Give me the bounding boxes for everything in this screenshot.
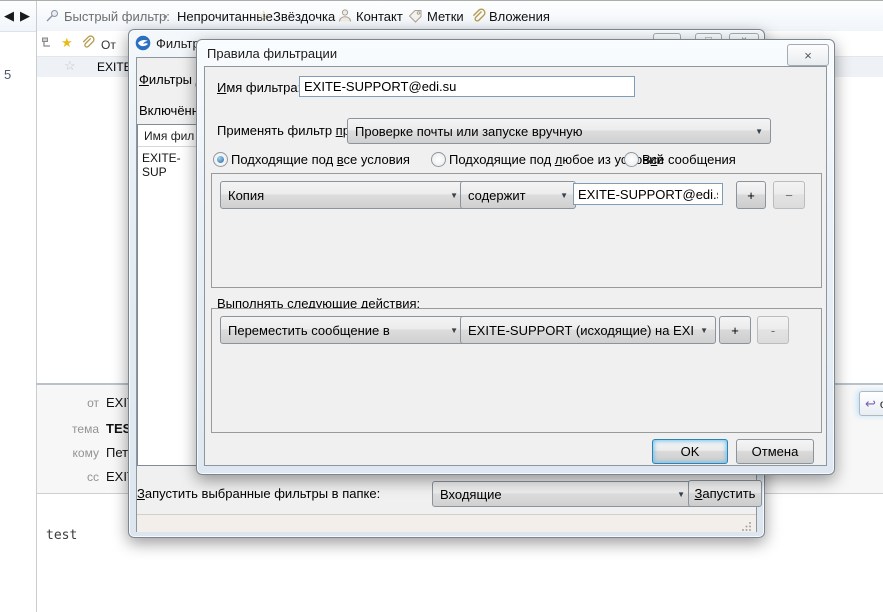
reply-button[interactable]: ↩ ответить [859, 391, 883, 416]
actions-group: Переместить сообщение в ▼ EXITE-SUPPORT … [211, 308, 822, 433]
resize-grip-icon[interactable] [742, 519, 752, 534]
chevron-down-icon: ▼ [700, 325, 708, 335]
nav-forward-button[interactable]: ▶ [20, 8, 30, 24]
run-now-button[interactable]: Запустить [688, 480, 762, 507]
match-all-mnemonic: в [336, 152, 344, 167]
filter-name-input[interactable] [299, 76, 635, 97]
apply-label-mnemonic: п [335, 123, 343, 138]
condition-operator-value: содержит [468, 187, 526, 203]
run-filters-label-mnemonic: З [137, 486, 145, 501]
apply-label-pre: Применять фильтр [217, 123, 336, 138]
from-label: от [87, 396, 99, 410]
action-target-folder-select[interactable]: EXITE-SUPPORT (исходящие) на EXIT... ▼ [460, 316, 716, 344]
row-star-icon[interactable]: ☆ [64, 58, 76, 74]
action-target-value: EXITE-SUPPORT (исходящие) на EXIT... [468, 322, 695, 338]
from-column-header[interactable]: От [101, 38, 116, 52]
match-all-pre: Подходящие под [231, 152, 337, 167]
filter-contact-toggle[interactable]: Контакт [356, 9, 403, 24]
chevron-down-icon: ▼ [450, 325, 458, 335]
tag-icon [408, 9, 423, 26]
filter-list[interactable]: Имя фил EXITE-SUP [137, 124, 203, 466]
condition-field-select[interactable]: Копия ▼ [220, 181, 466, 209]
condition-value-input[interactable] [573, 183, 723, 205]
contact-icon [338, 8, 352, 26]
chevron-down-icon: ▼ [677, 489, 685, 499]
match-every-post: е сообщения [657, 152, 736, 167]
apply-when-select[interactable]: Проверке почты или запуске вручную ▼ [347, 118, 771, 144]
add-condition-button[interactable]: + [736, 181, 766, 209]
thunderbird-icon [135, 35, 151, 54]
close-dialog-button[interactable]: × [787, 44, 829, 66]
match-any-pre: Подходящие под [449, 152, 555, 167]
filter-attachments-toggle[interactable]: Вложения [489, 9, 550, 24]
remove-action-button[interactable]: - [757, 316, 789, 344]
star-column-icon[interactable]: ★ [61, 35, 73, 51]
folder-pane-divider[interactable] [36, 1, 37, 612]
filter-name-label: Имя фильтра: [217, 80, 301, 95]
reply-arrow-icon: ↩ [865, 395, 876, 411]
action-verb-value: Переместить сообщение в [228, 322, 390, 338]
condition-operator-select[interactable]: содержит ▼ [460, 181, 576, 209]
enabled-filters-label: Включённ [139, 103, 199, 118]
subject-label: тема [72, 422, 99, 436]
star-icon: ☆ [258, 8, 270, 23]
match-any-radio[interactable] [431, 152, 446, 167]
match-everything-label: Все сообщения [642, 152, 736, 167]
filter-list-row[interactable]: EXITE-SUP [138, 147, 202, 182]
filter-name-rest: мя фильтра: [226, 80, 302, 95]
filter-list-header[interactable]: Имя фил [138, 125, 202, 147]
chevron-down-icon: ▼ [450, 190, 458, 200]
to-label: кому [72, 446, 99, 460]
run-filters-label: Запустить выбранные фильтры в папке: [137, 486, 380, 501]
action-verb-select[interactable]: Переместить сообщение в ▼ [220, 316, 466, 344]
filter-starred-toggle[interactable]: Звёздочка [273, 9, 335, 24]
pin-icon[interactable] [44, 8, 60, 27]
apply-when-value: Проверке почты или запуске вручную [355, 123, 583, 139]
attachment-column-icon[interactable] [80, 35, 95, 53]
filter-rules-dialog-title: Правила фильтрации [207, 46, 338, 61]
chevron-down-icon: ▼ [755, 126, 763, 136]
run-folder-select[interactable]: Входящие ▼ [432, 481, 693, 507]
paperclip-icon [470, 8, 486, 27]
run-folder-value: Входящие [440, 486, 502, 502]
ok-button[interactable]: OK [652, 439, 728, 464]
filters-for-label-mnemonic: Ф [139, 72, 149, 87]
nav-back-button[interactable]: ◀ [4, 8, 14, 24]
thread-column-icon[interactable] [41, 37, 54, 53]
filter-rules-dialog: Правила фильтрации × Имя фильтра: Примен… [196, 39, 835, 475]
cancel-button[interactable]: Отмена [736, 439, 814, 464]
match-all-radio[interactable] [213, 152, 228, 167]
condition-field-value: Копия [228, 187, 265, 203]
filter-rules-dialog-body: Имя фильтра: Применять фильтр при: Прове… [204, 66, 827, 466]
row-sender: EXITE [97, 60, 132, 74]
match-all-post: се условия [343, 152, 410, 167]
dot-separator-icon: • [163, 9, 168, 24]
filters-status-bar [137, 514, 756, 532]
add-action-button[interactable]: + [719, 316, 751, 344]
match-every-pre: В [642, 152, 651, 167]
folder-unread-count: 5 [4, 67, 12, 82]
apply-filter-label: Применять фильтр при: [217, 123, 361, 138]
cc-label: сс [87, 470, 99, 484]
filters-for-label: Фильтры д [139, 72, 203, 87]
run-filters-label-rest: апустить выбранные фильтры в папке: [144, 486, 381, 501]
filters-window-title: Фильтр [156, 36, 200, 51]
run-now-rest: апустить [702, 486, 756, 501]
chevron-down-icon: ▼ [560, 190, 568, 200]
match-everything-radio[interactable] [624, 152, 639, 167]
quick-filter-label: Быстрый фильтр: [64, 9, 170, 24]
thunderbird-main-window: ◀ ▶ Быстрый фильтр: • Непрочитанные ☆ Зв… [0, 0, 883, 612]
conditions-group: Копия ▼ содержит ▼ + − [211, 173, 822, 288]
remove-condition-button[interactable]: − [773, 181, 805, 209]
match-all-label: Подходящие под все условия [231, 152, 410, 167]
filter-tags-toggle[interactable]: Метки [427, 9, 464, 24]
filter-name-mnemonic: И [217, 80, 227, 95]
header-row-subject: тема TEST [37, 421, 139, 436]
